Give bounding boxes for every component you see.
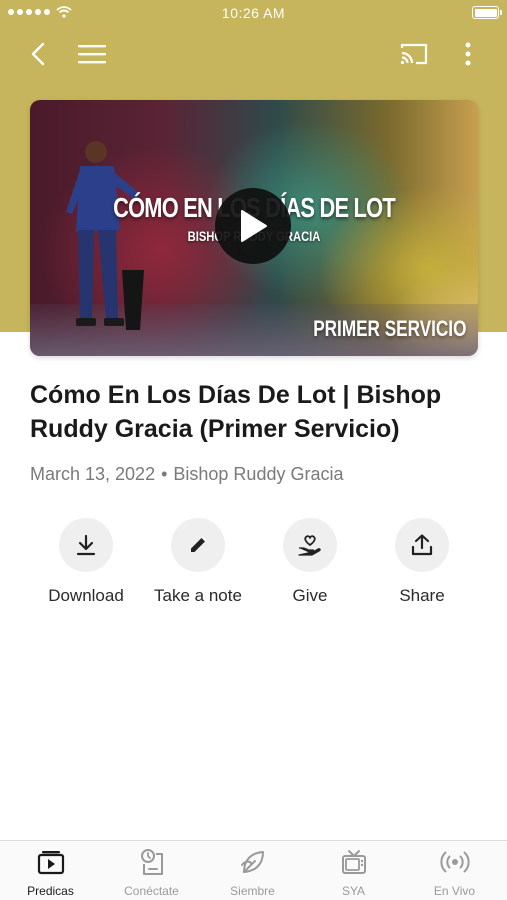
status-time: 10:26 AM — [221, 5, 286, 21]
chevron-left-icon — [31, 42, 45, 66]
more-options-button[interactable] — [448, 34, 488, 74]
leaf-icon — [238, 847, 268, 877]
take-note-circle[interactable] — [171, 518, 225, 572]
tab-en-vivo-label: En Vivo — [433, 884, 476, 898]
bottom-tab-bar: Predicas Conéctate Siembre SYA En Vivo — [0, 840, 507, 900]
share-button[interactable]: Share — [366, 518, 478, 606]
sermon-meta: March 13, 2022 • Bishop Ruddy Gracia — [30, 464, 343, 485]
tab-conectate-label: Conéctate — [124, 884, 179, 898]
tab-siembre[interactable]: Siembre — [202, 847, 303, 898]
video-play-icon — [36, 847, 66, 877]
give-label: Give — [292, 586, 328, 605]
give-button[interactable]: Give — [254, 518, 366, 606]
share-label: Share — [399, 586, 445, 605]
tab-en-vivo[interactable]: En Vivo — [404, 847, 505, 898]
video-thumbnail[interactable]: CÓMO EN LOS DÍAS DE LOT BISHOP RUDDY GRA… — [30, 100, 478, 356]
back-button[interactable] — [18, 34, 58, 74]
sermon-title: Cómo En Los Días De Lot | Bishop Ruddy G… — [30, 381, 442, 443]
thumbnail-service-label: PRIMER SERVICIO — [312, 316, 466, 341]
download-label: Download — [48, 586, 124, 605]
play-button[interactable] — [215, 188, 291, 264]
download-icon — [76, 534, 96, 556]
tab-sya-label: SYA — [341, 884, 366, 898]
tab-sya[interactable]: SYA — [303, 847, 404, 898]
tab-conectate[interactable]: Conéctate — [101, 847, 202, 898]
hamburger-menu-icon — [78, 45, 106, 64]
cast-icon — [400, 43, 428, 65]
broadcast-icon — [439, 847, 470, 877]
take-note-label: Take a note — [154, 586, 242, 605]
action-row: Download Take a note Give Share — [30, 518, 478, 614]
sermon-speaker[interactable]: Bishop Ruddy Gracia — [173, 464, 343, 485]
tab-predicas-label: Predicas — [27, 884, 74, 898]
download-circle[interactable] — [59, 518, 113, 572]
take-note-button[interactable]: Take a note — [142, 518, 254, 606]
give-circle[interactable] — [283, 518, 337, 572]
tab-predicas[interactable]: Predicas — [0, 847, 101, 898]
tv-icon — [339, 847, 369, 877]
status-bar: 10:26 AM — [0, 0, 507, 28]
connect-icon — [137, 847, 167, 877]
give-heart-hand-icon — [298, 535, 321, 556]
play-icon — [241, 210, 267, 242]
cast-button[interactable] — [394, 34, 434, 74]
nav-bar — [0, 32, 507, 76]
more-vertical-icon — [465, 42, 471, 66]
menu-button[interactable] — [72, 34, 112, 74]
download-button[interactable]: Download — [30, 518, 142, 606]
share-circle[interactable] — [395, 518, 449, 572]
pencil-icon — [191, 536, 207, 552]
tab-siembre-label: Siembre — [230, 884, 275, 898]
battery-icon — [472, 6, 502, 19]
sermon-date: March 13, 2022 — [30, 464, 156, 484]
share-upload-icon — [411, 534, 433, 556]
meta-separator: • — [161, 464, 168, 484]
